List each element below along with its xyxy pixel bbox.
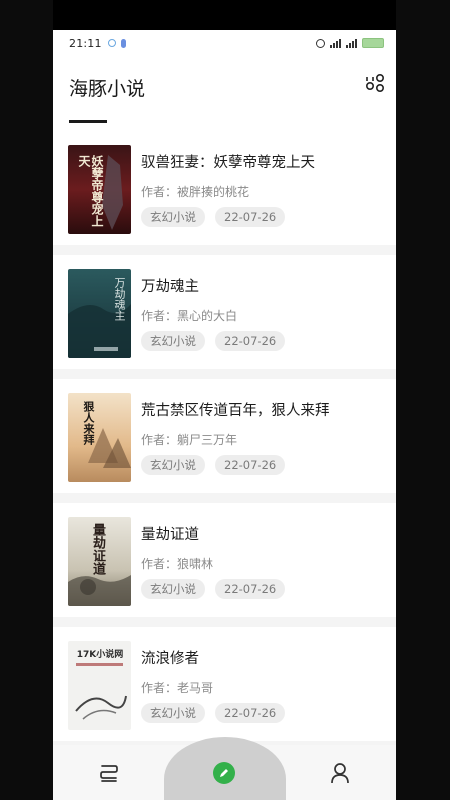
status-icons bbox=[316, 38, 384, 48]
sync-icon bbox=[107, 39, 116, 47]
genre-tag[interactable]: 玄幻小说 bbox=[141, 207, 205, 227]
nav-profile[interactable] bbox=[312, 745, 368, 800]
book-title[interactable]: 荒古禁区传道百年，狠人来拜 bbox=[141, 399, 330, 420]
date-tag: 22-07-26 bbox=[215, 703, 286, 723]
book-tags: 玄幻小说 22-07-26 bbox=[141, 455, 286, 475]
cover-text: 狠人来拜 bbox=[82, 401, 95, 445]
bottom-nav bbox=[53, 737, 396, 800]
cover-text: 万劫魂主 bbox=[113, 277, 126, 321]
book-cover[interactable]: 量劫证道 bbox=[68, 517, 131, 606]
screen-frame: 21:11 海豚小说 妖孽帝尊宠上天 驭兽狂妻：妖孽帝尊宠上天 作者：被胖揍的桃… bbox=[0, 0, 450, 800]
book-card[interactable]: 妖孽帝尊宠上天 驭兽狂妻：妖孽帝尊宠上天 作者：被胖揍的桃花 玄幻小说 22-0… bbox=[53, 131, 396, 245]
book-author: 作者：老马哥 bbox=[141, 681, 214, 695]
date-tag: 22-07-26 bbox=[215, 455, 286, 475]
book-card[interactable]: 万劫魂主 万劫魂主 作者：黑心的大白 玄幻小说 22-07-26 bbox=[53, 255, 396, 369]
cover-text: 量劫证道 bbox=[90, 523, 105, 575]
page-title: 海豚小说 bbox=[69, 78, 146, 100]
book-author: 作者：狼啸林 bbox=[141, 557, 214, 571]
pencil-icon bbox=[213, 761, 235, 784]
profile-icon bbox=[331, 762, 349, 783]
book-cover[interactable]: 狠人来拜 bbox=[68, 393, 131, 482]
signal-icon-2 bbox=[346, 38, 357, 48]
battery-icon bbox=[362, 38, 384, 48]
alarm-icon bbox=[316, 38, 325, 48]
category-menu-icon[interactable] bbox=[364, 72, 386, 94]
book-tags: 玄幻小说 22-07-26 bbox=[141, 331, 286, 351]
date-tag: 22-07-26 bbox=[215, 579, 286, 599]
status-bar: 21:11 bbox=[53, 30, 396, 56]
book-tags: 玄幻小说 22-07-26 bbox=[141, 207, 286, 227]
title-underline bbox=[69, 120, 107, 123]
signal-icon bbox=[330, 38, 341, 48]
book-author: 作者：黑心的大白 bbox=[141, 309, 238, 323]
genre-tag[interactable]: 玄幻小说 bbox=[141, 455, 205, 475]
left-border bbox=[0, 0, 53, 800]
book-title[interactable]: 万劫魂主 bbox=[141, 275, 199, 296]
genre-tag[interactable]: 玄幻小说 bbox=[141, 331, 205, 351]
genre-tag[interactable]: 玄幻小说 bbox=[141, 579, 205, 599]
book-title[interactable]: 驭兽狂妻：妖孽帝尊宠上天 bbox=[141, 151, 315, 172]
book-card[interactable]: 17K小说网 流浪修者 作者：老马哥 玄幻小说 22-07-26 bbox=[53, 627, 396, 741]
mic-icon bbox=[120, 38, 126, 48]
cover-text: 17K小说网 bbox=[76, 650, 124, 660]
book-title[interactable]: 量劫证道 bbox=[141, 523, 199, 544]
book-author: 作者：被胖揍的桃花 bbox=[141, 185, 250, 199]
status-time: 21:11 bbox=[69, 36, 102, 50]
genre-tag[interactable]: 玄幻小说 bbox=[141, 703, 205, 723]
nav-bookshelf[interactable] bbox=[81, 745, 137, 800]
right-border bbox=[396, 0, 450, 800]
book-card[interactable]: 量劫证道 量劫证道 作者：狼啸林 玄幻小说 22-07-26 bbox=[53, 503, 396, 617]
nav-write[interactable] bbox=[196, 745, 252, 800]
book-tags: 玄幻小说 22-07-26 bbox=[141, 579, 286, 599]
book-cover[interactable]: 万劫魂主 bbox=[68, 269, 131, 358]
book-cover[interactable]: 妖孽帝尊宠上天 bbox=[68, 145, 131, 234]
app-screen: 21:11 海豚小说 妖孽帝尊宠上天 驭兽狂妻：妖孽帝尊宠上天 作者：被胖揍的桃… bbox=[53, 30, 396, 800]
book-cover[interactable]: 17K小说网 bbox=[68, 641, 131, 730]
book-card[interactable]: 狠人来拜 荒古禁区传道百年，狠人来拜 作者：躺尸三万年 玄幻小说 22-07-2… bbox=[53, 379, 396, 493]
cover-text: 妖孽帝尊宠上天 bbox=[77, 155, 104, 227]
book-author: 作者：躺尸三万年 bbox=[141, 433, 238, 447]
date-tag: 22-07-26 bbox=[215, 207, 286, 227]
bookshelf-icon bbox=[100, 764, 118, 782]
book-tags: 玄幻小说 22-07-26 bbox=[141, 703, 286, 723]
book-title[interactable]: 流浪修者 bbox=[141, 647, 199, 668]
date-tag: 22-07-26 bbox=[215, 331, 286, 351]
